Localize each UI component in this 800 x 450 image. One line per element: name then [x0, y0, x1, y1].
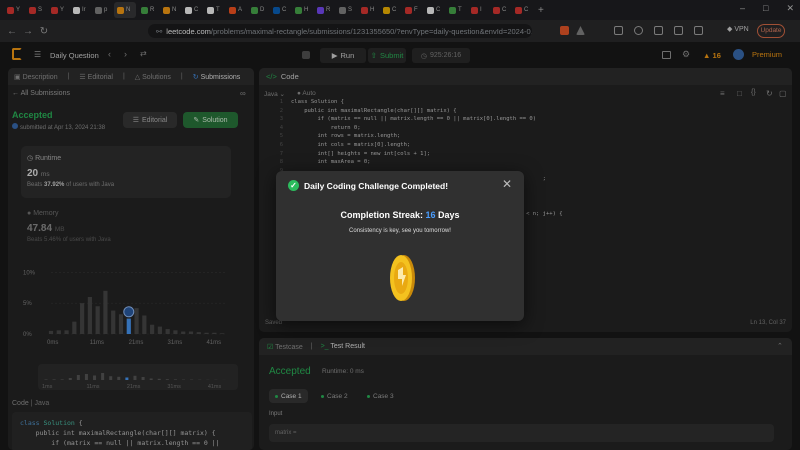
- gold-coin-icon: [390, 255, 415, 301]
- streak-days-value: 16: [425, 210, 436, 220]
- streak-suffix: Days: [438, 210, 460, 220]
- modal-title: Daily Coding Challenge Completed!: [304, 181, 449, 191]
- completion-streak: Completion Streak: 16 Days: [276, 210, 524, 220]
- streak-prefix: Completion Streak:: [340, 210, 423, 220]
- modal-message: Consistency is key, see you tomorrow!: [349, 228, 451, 234]
- challenge-completed-modal: ✓ Daily Coding Challenge Completed! ✕ Co…: [276, 171, 524, 321]
- close-icon[interactable]: ✕: [502, 177, 512, 191]
- check-circle-icon: ✓: [288, 180, 299, 191]
